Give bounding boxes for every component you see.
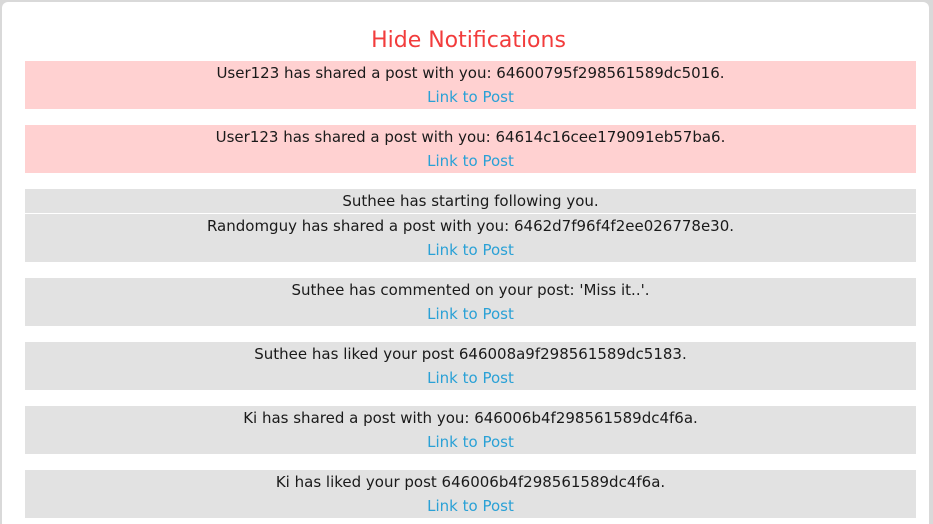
notification-message: Suthee has liked your post 646008a9f2985… — [254, 345, 687, 363]
link-to-post[interactable]: Link to Post — [25, 430, 916, 454]
notification-message: Suthee has commented on your post: 'Miss… — [291, 281, 650, 299]
notification-item: Suthee has commented on your post: 'Miss… — [25, 278, 916, 326]
notification-item: Suthee has starting following you. — [25, 189, 916, 213]
notification-item: Ki has shared a post with you: 646006b4f… — [25, 406, 916, 454]
link-to-post[interactable]: Link to Post — [25, 494, 916, 518]
link-to-post[interactable]: Link to Post — [25, 238, 916, 262]
notification-message: User123 has shared a post with you: 6460… — [216, 64, 725, 82]
notification-item: User123 has shared a post with you: 6460… — [25, 61, 916, 109]
notification-message: User123 has shared a post with you: 6461… — [215, 128, 726, 146]
notification-item: Suthee has liked your post 646008a9f2985… — [25, 342, 916, 390]
link-to-post[interactable]: Link to Post — [25, 302, 916, 326]
link-to-post[interactable]: Link to Post — [25, 366, 916, 390]
notifications-panel: Hide Notifications User123 has shared a … — [2, 2, 929, 524]
notification-message: Ki has liked your post 646006b4f29856158… — [275, 473, 666, 491]
link-to-post[interactable]: Link to Post — [25, 149, 916, 173]
notification-message: Ki has shared a post with you: 646006b4f… — [243, 409, 698, 427]
notification-list: User123 has shared a post with you: 6460… — [25, 61, 916, 524]
notification-item: Randomguy has shared a post with you: 64… — [25, 214, 916, 262]
link-to-post[interactable]: Link to Post — [25, 85, 916, 109]
notification-item: User123 has shared a post with you: 6461… — [25, 125, 916, 173]
notification-item: Ki has liked your post 646006b4f29856158… — [25, 470, 916, 518]
notification-message: Randomguy has shared a post with you: 64… — [206, 217, 735, 235]
notification-message: Suthee has starting following you. — [342, 192, 599, 210]
hide-notifications-button[interactable]: Hide Notifications — [2, 26, 929, 56]
